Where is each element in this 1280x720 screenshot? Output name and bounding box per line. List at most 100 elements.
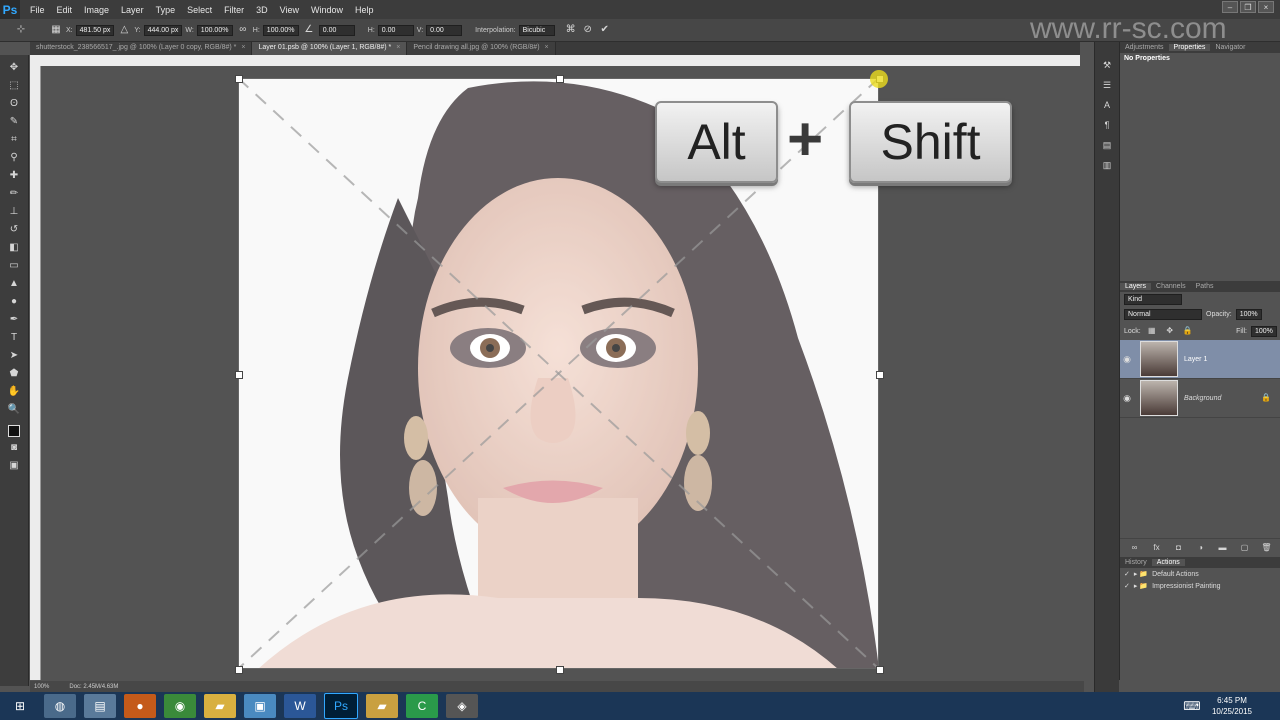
transform-handle[interactable] (556, 666, 564, 674)
transform-handle[interactable] (235, 75, 243, 83)
menu-select[interactable]: Select (183, 5, 220, 15)
transform-handle[interactable] (556, 75, 564, 83)
opacity-field[interactable]: 100% (1235, 309, 1262, 320)
marquee-tool-icon[interactable]: ⬚ (7, 79, 21, 93)
x-field[interactable]: 481.50 px (75, 24, 115, 36)
menu-view[interactable]: View (276, 5, 307, 15)
quick-select-tool-icon[interactable]: ✎ (7, 115, 21, 129)
stamp-tool-icon[interactable]: ⊥ (7, 205, 21, 219)
layer-row-layer-1[interactable]: ◉ Layer 1 (1120, 340, 1280, 379)
transform-handle[interactable] (235, 371, 243, 379)
firefox-icon[interactable]: ● (124, 694, 156, 718)
brush-tool-icon[interactable]: ✏ (7, 187, 21, 201)
blend-mode-select[interactable]: Normal (1124, 309, 1202, 320)
reference-point-icon[interactable]: ▦ (49, 23, 63, 37)
character-icon[interactable]: A (1100, 98, 1114, 112)
angle-field[interactable]: 0.00 (318, 24, 355, 36)
cancel-transform-icon[interactable]: ⊘ (581, 23, 595, 37)
relative-position-icon[interactable]: △ (117, 23, 131, 37)
y-field[interactable]: 444.00 px (143, 24, 183, 36)
history-brush-tool-icon[interactable]: ↺ (7, 223, 21, 237)
transform-bounding-box[interactable] (238, 78, 879, 669)
quick-mask-icon[interactable]: ◙ (7, 441, 21, 455)
eyedropper-tool-icon[interactable]: ⚲ (7, 151, 21, 165)
interpolation-select[interactable]: Bicubic (518, 24, 555, 36)
transform-tool-icon[interactable]: ⊹ (14, 23, 28, 37)
commit-transform-icon[interactable]: ✔ (598, 23, 612, 37)
app-icon[interactable]: ▤ (84, 694, 116, 718)
menu-type[interactable]: Type (152, 5, 184, 15)
swatches-icon[interactable]: ▤ (1100, 138, 1114, 152)
h-skew-field[interactable]: 0.00 (377, 24, 414, 36)
app-icon[interactable]: ◈ (446, 694, 478, 718)
tab-layer-01[interactable]: Layer 01.psb @ 100% (Layer 1, RGB/8#) * × (252, 42, 408, 55)
new-group-icon[interactable]: ▬ (1216, 541, 1230, 555)
menu-image[interactable]: Image (80, 5, 117, 15)
menu-help[interactable]: Help (351, 5, 382, 15)
gradient-tool-icon[interactable]: ▭ (7, 259, 21, 273)
restore-button[interactable]: ❐ (1240, 1, 1256, 13)
tab-actions[interactable]: Actions (1151, 559, 1185, 566)
eraser-tool-icon[interactable]: ◧ (7, 241, 21, 255)
hand-tool-icon[interactable]: ✋ (7, 385, 21, 399)
v-skew-field[interactable]: 0.00 (426, 24, 463, 36)
photos-icon[interactable]: ▣ (244, 694, 276, 718)
transform-handle[interactable] (876, 371, 884, 379)
action-set-impressionist[interactable]: ✓ ▸ 📁 Impressionist Painting (1120, 580, 1280, 592)
tab-paths[interactable]: Paths (1191, 283, 1219, 290)
warp-icon[interactable]: ⌘ (564, 23, 578, 37)
word-icon[interactable]: W (284, 694, 316, 718)
transform-handle[interactable] (876, 666, 884, 674)
keyboard-icon[interactable]: ⌨ (1176, 694, 1208, 718)
visibility-eye-icon[interactable]: ◉ (1120, 354, 1134, 365)
tool-presets-icon[interactable]: ⚒ (1100, 58, 1114, 72)
app-icon[interactable]: ◍ (44, 694, 76, 718)
foreground-color-swatch[interactable] (8, 425, 20, 437)
adjustment-layer-icon[interactable]: ◑ (1194, 541, 1208, 555)
tab-properties[interactable]: Properties (1168, 44, 1211, 51)
close-tab-icon[interactable]: × (396, 44, 400, 51)
lasso-tool-icon[interactable]: ʘ (7, 97, 21, 111)
fx-icon[interactable]: fx (1150, 541, 1164, 555)
brush-presets-icon[interactable]: ☰ (1100, 78, 1114, 92)
camtasia-icon[interactable]: C (406, 694, 438, 718)
type-tool-icon[interactable]: T (7, 331, 21, 345)
zoom-level[interactable]: 100% (34, 684, 49, 690)
layer-name[interactable]: Layer 1 (1184, 356, 1207, 363)
path-select-tool-icon[interactable]: ➤ (7, 349, 21, 363)
windows-start-icon[interactable]: ⊞ (4, 694, 36, 718)
crop-tool-icon[interactable]: ⌗ (7, 133, 21, 147)
tab-layers[interactable]: Layers (1120, 283, 1152, 290)
layer-name[interactable]: Background (1184, 395, 1221, 402)
w-field[interactable]: 100.00% (196, 24, 233, 36)
menu-window[interactable]: Window (307, 5, 351, 15)
shape-tool-icon[interactable]: ⬟ (7, 367, 21, 381)
close-tab-icon[interactable]: × (545, 44, 549, 51)
close-button[interactable]: × (1258, 1, 1274, 13)
fill-field[interactable]: 100% (1251, 325, 1277, 337)
check-icon[interactable]: ✓ (1124, 582, 1130, 590)
menu-file[interactable]: File (26, 5, 53, 15)
dodge-tool-icon[interactable]: ● (7, 295, 21, 309)
kind-filter-select[interactable]: Kind (1124, 294, 1182, 305)
check-icon[interactable]: ✓ (1124, 570, 1130, 578)
screen-mode-icon[interactable]: ▣ (7, 459, 21, 473)
link-layers-icon[interactable]: ∞ (1128, 541, 1142, 555)
visibility-eye-icon[interactable]: ◉ (1120, 393, 1134, 404)
menu-edit[interactable]: Edit (53, 5, 81, 15)
chrome-icon[interactable]: ◉ (164, 694, 196, 718)
menu-layer[interactable]: Layer (117, 5, 152, 15)
add-mask-icon[interactable]: ◘ (1172, 541, 1186, 555)
h-field[interactable]: 100.00% (262, 24, 299, 36)
zoom-tool-icon[interactable]: 🔍 (7, 403, 21, 417)
link-icon[interactable]: ∞ (236, 23, 250, 37)
menu-3d[interactable]: 3D (252, 5, 276, 15)
photoshop-taskbar-icon[interactable]: Ps (324, 693, 358, 719)
healing-tool-icon[interactable]: ✚ (7, 169, 21, 183)
blur-tool-icon[interactable]: ▲ (7, 277, 21, 291)
lock-position-icon[interactable]: ✥ (1163, 324, 1177, 338)
layer-row-background[interactable]: ◉ Background 🔒 (1120, 379, 1280, 418)
action-set-default[interactable]: ✓ ▸ 📁 Default Actions (1120, 568, 1280, 580)
folder-icon[interactable]: ▰ (366, 694, 398, 718)
tab-history[interactable]: History (1120, 559, 1152, 566)
